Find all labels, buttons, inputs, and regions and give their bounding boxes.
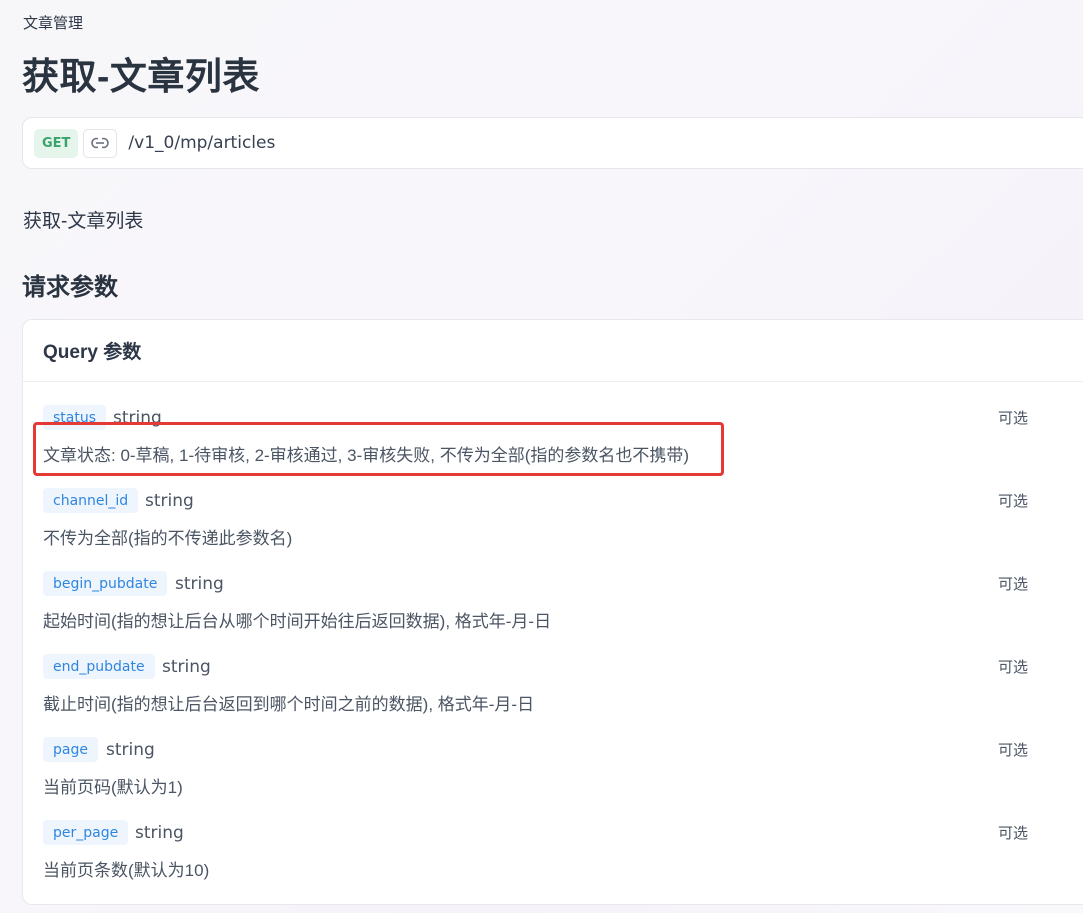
param-type: string xyxy=(162,657,211,677)
api-doc-page: 文章管理 获取-文章列表 GET /v1_0/mp/articles 获取-文章… xyxy=(0,0,1083,913)
param-begin-pubdate: begin_pubdate string 可选 起始时间(指的想让后台从哪个时间… xyxy=(43,571,1083,641)
param-description: 起始时间(指的想让后台从哪个时间开始往后返回数据), 格式年-月-日 xyxy=(43,612,552,631)
param-description: 不传为全部(指的不传递此参数名) xyxy=(43,529,293,548)
param-type: string xyxy=(106,740,155,760)
param-per-page: per_page string 可选 当前页条数(默认为10) xyxy=(43,820,1083,890)
breadcrumb[interactable]: 文章管理 xyxy=(23,12,83,33)
param-type: string xyxy=(145,491,194,511)
param-name[interactable]: begin_pubdate xyxy=(43,571,168,596)
copy-link-button[interactable] xyxy=(83,128,118,158)
param-channel-id: channel_id string 可选 不传为全部(指的不传递此参数名) xyxy=(43,488,1083,558)
param-name[interactable]: channel_id xyxy=(43,488,139,513)
param-type: string xyxy=(135,823,184,843)
query-card-title: Query 参数 xyxy=(23,320,1083,382)
param-page: page string 可选 当前页码(默认为1) xyxy=(43,737,1083,807)
param-optional: 可选 xyxy=(998,576,1029,593)
param-optional: 可选 xyxy=(998,742,1029,759)
param-type: string xyxy=(175,574,224,594)
param-name[interactable]: status xyxy=(43,405,107,430)
param-description: 当前页码(默认为1) xyxy=(43,778,183,797)
param-optional: 可选 xyxy=(998,493,1029,510)
param-name[interactable]: per_page xyxy=(43,820,129,845)
param-description: 文章状态: 0-草稿, 1-待审核, 2-审核通过, 3-审核失败, 不传为全部… xyxy=(43,446,690,465)
link-icon xyxy=(91,137,110,149)
query-params-card: Query 参数 status string 可选 文章状态: 0-草稿, 1-… xyxy=(22,319,1083,905)
param-type: string xyxy=(113,408,162,428)
param-description: 当前页条数(默认为10) xyxy=(43,861,210,880)
param-name[interactable]: page xyxy=(43,737,98,762)
param-status: status string 可选 文章状态: 0-草稿, 1-待审核, 2-审核… xyxy=(43,405,1083,475)
param-optional: 可选 xyxy=(998,825,1029,842)
param-end-pubdate: end_pubdate string 可选 截止时间(指的想让后台返回到哪个时间… xyxy=(43,654,1083,724)
endpoint-bar: GET /v1_0/mp/articles xyxy=(22,117,1083,169)
param-optional: 可选 xyxy=(998,410,1029,427)
endpoint-description: 获取-文章列表 xyxy=(23,211,144,232)
param-description: 截止时间(指的想让后台返回到哪个时间之前的数据), 格式年-月-日 xyxy=(43,695,535,714)
param-name[interactable]: end_pubdate xyxy=(43,654,155,679)
section-title-request-params: 请求参数 xyxy=(22,274,118,301)
method-badge: GET xyxy=(34,128,79,158)
page-title: 获取-文章列表 xyxy=(22,56,260,97)
param-optional: 可选 xyxy=(998,659,1029,676)
endpoint-path[interactable]: /v1_0/mp/articles xyxy=(128,133,275,153)
